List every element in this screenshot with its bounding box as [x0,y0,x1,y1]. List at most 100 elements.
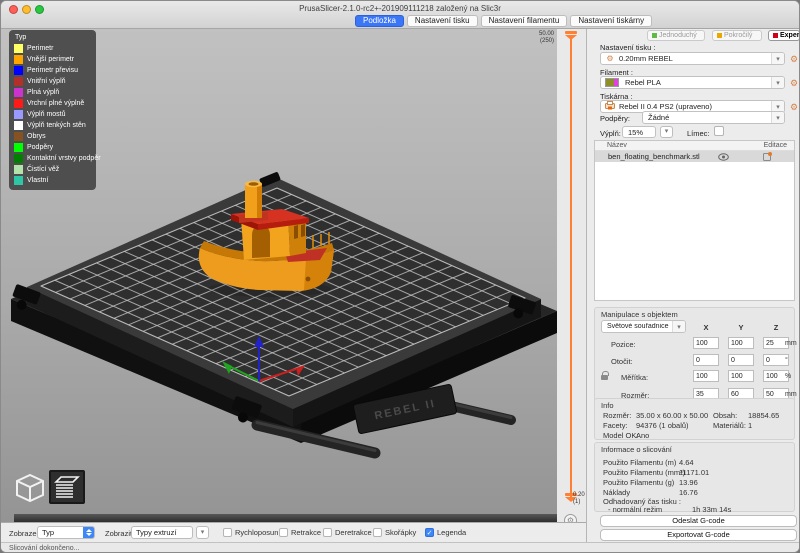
preview-layers-button[interactable] [49,470,85,504]
show-features-dropdown-button[interactable]: ▾ [196,526,209,539]
legend-item: Plná výplň [14,87,96,98]
extrusion-type-legend: Typ Perimetr Vnější perimetr Perimetr př… [9,30,96,190]
retractions-checkbox-box[interactable] [279,528,288,537]
layer-slider-upper-handle[interactable] [565,31,577,34]
rotate-row: Otočit: ° [595,354,794,367]
legend-item: Perimetr [14,43,96,54]
legend-item: Výplň mostů [14,109,96,120]
cube-icon [15,473,45,503]
shells-checkbox-box[interactable] [373,528,382,537]
print-settings-edit-button[interactable]: ⚙ [788,54,800,65]
materials-label: Materiálů: [713,421,746,430]
shells-checkbox[interactable]: Skořápky [373,528,416,537]
manifold-label: Model OK: [603,431,638,440]
tab-filament-settings[interactable]: Nastavení filamentu [481,15,568,27]
mode-advanced-button[interactable]: Pokročilý [712,30,762,41]
sliced-info-panel: Informace o slicování Použito Filamentu … [594,442,795,512]
volume-label: Obsah: [713,411,737,420]
filament-color-swatch [605,78,619,87]
filament-settings-edit-button[interactable]: ⚙ [788,78,800,89]
preview-toolbar: Zobrazení Typ Zobrazit Typy extruzí ▾ Ry… [1,522,586,542]
layer-slider-min-label: 0.20 (1) [573,492,585,506]
3d-viewport[interactable]: REBEL II Typ Perimetr Vnější perimetr Pe… [1,29,557,522]
tab-print-settings[interactable]: Nastavení tisku [407,15,478,27]
facets-label: Facety: [603,421,628,430]
mode-simple-button[interactable]: Jednoduchý [647,30,705,41]
view-mode-select[interactable]: Typ [37,526,95,539]
infill-dropdown-button[interactable]: ▾ [660,126,673,138]
3d-view-button[interactable] [15,473,45,508]
layer-slider-upper-handle-arrow[interactable] [565,35,577,40]
brim-checkbox[interactable] [714,126,724,136]
coordinate-space-combo[interactable]: Světové souřadnice ▾ [601,320,686,333]
travel-checkbox-box[interactable] [223,528,232,537]
dropdown-arrow-icon[interactable]: ▾ [672,321,685,332]
tab-printer-settings[interactable]: Nastavení tiskárny [570,15,652,27]
name-column-header: Název [607,142,627,149]
sidebar: Jednoduchý Pokročilý Expert Nastavení ti… [586,29,800,542]
edit-object-icon[interactable] [763,152,772,161]
show-label: Zobrazit [105,529,132,538]
mode-simple-icon [652,33,657,38]
position-x-input[interactable] [693,337,719,349]
object-list[interactable]: Název Editace ben_floating_benchmark.stl [594,140,795,301]
legend-checkbox[interactable]: ✓ Legenda [425,528,466,537]
legend-item: Podpěry [14,142,96,153]
uniform-scale-lock-icon[interactable] [601,375,608,380]
legend-item: Obrys [14,131,96,142]
export-gcode-button[interactable]: Exportovat G-code [600,529,797,541]
sliced-info-title: Informace o slicování [601,445,672,454]
legend-color-swatch [14,110,23,119]
edit-column-header: Editace [764,142,787,149]
main-tab-bar: Podložka Nastavení tisku Nastavení filam… [355,15,652,27]
scale-x-input[interactable] [693,370,719,382]
app-window: PrusaSlicer-2.1.0-rc2+-201909111218 zalo… [0,0,800,553]
legend-color-swatch [14,99,23,108]
object-row[interactable]: ben_floating_benchmark.stl [595,151,794,162]
legend-color-swatch [14,121,23,130]
travel-checkbox[interactable]: Rychloposun [223,528,278,537]
retractions-checkbox[interactable]: Retrakce [279,528,321,537]
show-features-combo[interactable]: Typy extruzí [131,526,193,539]
dropdown-arrow-icon[interactable]: ▾ [771,53,784,64]
size-label: Rozměr: [603,411,631,420]
legend-color-swatch [14,154,23,163]
rotate-y-input[interactable] [728,354,754,366]
print-settings-combo[interactable]: ⚙ 0.20mm REBEL ▾ [600,52,785,65]
send-gcode-button[interactable]: Odeslat G-code [600,515,797,527]
legend-color-swatch [14,55,23,64]
volume-value: 18854.65 [748,411,779,420]
legend-item: Kontaktní vrstvy podpěr [14,153,96,164]
mode-expert-button[interactable]: Expert [768,30,800,41]
brim-label: Límec: [687,129,710,138]
unretractions-checkbox[interactable]: Deretrakce [323,528,372,537]
tab-plater[interactable]: Podložka [355,15,404,27]
rotate-x-input[interactable] [693,354,719,366]
position-y-input[interactable] [728,337,754,349]
layer-slider-track[interactable] [570,37,572,499]
dropdown-arrow-icon[interactable]: ▾ [771,77,784,88]
mode-expert-icon [773,33,778,38]
title-bar: PrusaSlicer-2.1.0-rc2+-201909111218 zalo… [1,1,799,29]
y-column-header: Y [728,323,754,332]
printer-icon [601,101,619,112]
visibility-eye-icon[interactable] [718,153,729,161]
printer-settings-edit-button[interactable]: ⚙ [788,102,800,113]
manifold-value: Ano [636,431,649,440]
supports-combo[interactable]: Žádné ▾ [642,111,785,124]
legend-color-swatch [14,66,23,75]
filament-combo[interactable]: Rebel PLA ▾ [600,76,785,89]
select-stepper-icon[interactable] [83,527,94,538]
legend-checkbox-box[interactable]: ✓ [425,528,434,537]
dropdown-arrow-icon[interactable]: ▾ [771,112,784,123]
scale-y-input[interactable] [728,370,754,382]
infill-combo[interactable]: 15% [622,126,656,138]
layer-slider: 0.20 (1) ⚙ [557,29,586,522]
legend-color-swatch [14,88,23,97]
legend-item: Vnější perimetr [14,54,96,65]
unretractions-checkbox-box[interactable] [323,528,332,537]
mode-advanced-icon [717,33,722,38]
legend-color-swatch [14,176,23,185]
infill-label: Výplň: [600,129,621,138]
legend-color-swatch [14,132,23,141]
